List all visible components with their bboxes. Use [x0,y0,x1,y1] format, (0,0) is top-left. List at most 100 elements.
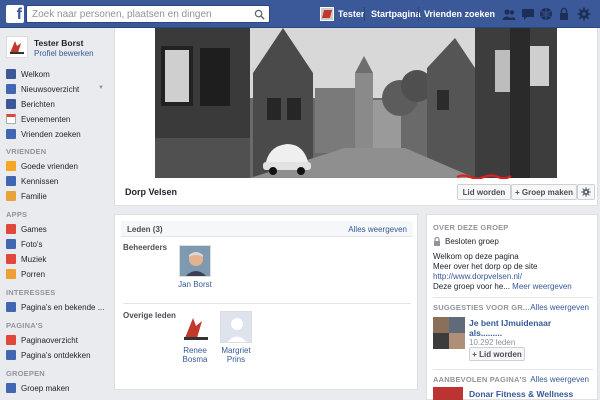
search-input[interactable]: Zoek naar personen, plaatsen en dingen [26,5,270,23]
member-thumb [433,317,449,333]
about-line-1: Welkom op deze pagina [433,252,519,261]
poke-icon [6,269,16,279]
sidebar-item-label: Paginaoverzicht [21,335,78,345]
group-settings-button[interactable] [577,184,595,200]
events-icon [6,114,16,124]
privacy-label: Besloten groep [445,237,499,246]
sidebar-item-label: Familie [21,191,47,201]
chevron-down-icon[interactable]: ▼ [98,85,104,91]
sidebar-item-photos[interactable]: Foto's [6,237,110,251]
suggested-group-title-line-2: als......... [469,328,503,338]
recommended-page-title[interactable]: Donar Fitness & Wellness [469,389,573,399]
sidebar-section-interests: INTERESSES [6,288,56,297]
profile-summary[interactable]: Tester Borst Profiel bewerken [6,36,112,62]
privacy-lock-icon[interactable] [557,7,571,21]
join-suggested-group-button[interactable]: + Lid worden [469,347,525,361]
member-avatar[interactable] [179,245,211,277]
join-suggested-group-label: + Lid worden [472,349,522,359]
messages-icon[interactable] [521,7,535,21]
pages-feed-icon [6,302,16,312]
sidebar-item-newsfeed[interactable]: Nieuwsoverzicht [6,82,110,96]
about-url-link[interactable]: http://www.dorpvelsen.nl/ [433,272,522,282]
member-thumb [449,317,465,333]
suggested-group-photos[interactable] [433,317,465,349]
sidebar-item-family[interactable]: Familie [6,189,110,203]
sidebar-item-label: Porren [21,269,46,279]
sidebar-item-label: Nieuwsoverzicht [21,84,80,94]
recommended-see-all-link[interactable]: Alles weergeven [530,375,589,384]
default-avatar-icon [221,312,251,342]
divider [123,303,411,304]
acquaintances-icon [6,176,16,186]
gear-icon [581,187,591,197]
sidebar-item-welcome[interactable]: Welkom [6,67,110,81]
nav-profile-link[interactable]: Tester [320,6,364,22]
sidebar-item-pages-overview[interactable]: Paginaoverzicht [6,333,110,347]
search-icon[interactable] [254,9,265,20]
sidebar-item-create-group[interactable]: Groep maken [6,381,110,395]
lock-icon [434,237,440,246]
sidebar-item-acquaintances[interactable]: Kennissen [6,174,110,188]
sidebar-item-discover-pages[interactable]: Pagina's ontdekken [6,348,110,362]
sidebar-item-label: Goede vrienden [21,161,78,171]
member-name[interactable]: Margriet Prins [212,346,260,364]
suggested-group-title[interactable]: Je bent IJmuidenaar als......... [469,318,551,338]
recommended-page-thumbnail[interactable] [433,387,463,400]
member-avatar[interactable] [220,311,252,343]
sidebar-item-label: Berichten [21,99,55,109]
edit-profile-link[interactable]: Profiel bewerken [34,49,94,58]
cover-photo[interactable] [155,28,557,178]
about-heading: OVER DEZE GROEP [433,223,509,232]
create-group-button[interactable]: + Groep maken [511,184,577,200]
facebook-logo[interactable]: f [6,5,24,23]
sidebar-item-music[interactable]: Muziek [6,252,110,266]
suggestions-see-all-link[interactable]: Alles weergeven [530,303,589,312]
member-name[interactable]: Jan Borst [174,280,216,289]
sidebar-section-groups: GROEPEN [6,369,45,378]
sidebar-item-label: Foto's [21,239,43,249]
group-info-card: OVER DEZE GROEP Besloten groep Welkom op… [426,214,598,400]
see-more-link[interactable]: Meer weergeven [512,282,572,291]
members-title[interactable]: Leden (3) [127,225,163,234]
member-avatar[interactable] [179,311,211,343]
nav-home-link[interactable]: Startpagina [371,9,421,19]
create-group-icon [6,383,16,393]
sidebar-item-close-friends[interactable]: Goede vrienden [6,159,110,173]
sidebar-item-find-friends[interactable]: Vrienden zoeken [6,127,110,141]
nav-user-name: Tester [338,9,365,19]
nav-divider [364,7,365,21]
sidebar-item-label: Welkom [21,69,50,79]
friend-requests-icon[interactable] [502,7,516,21]
group-cover-card: Dorp Velsen Lid worden + Groep maken [114,28,598,206]
sidebar-item-label: Groep maken [21,383,70,393]
village-logo-icon [10,41,24,54]
create-group-button-label: + Groep maken [514,187,574,197]
sidebar-item-pages-feed[interactable]: Pagina's en bekende ... [6,300,110,314]
sidebar-item-poke[interactable]: Porren [6,267,110,281]
about-line-2: Meer over het dorp op de site [433,262,538,271]
settings-icon[interactable] [577,7,591,21]
suggested-group-member-count: 10.292 leden [469,338,516,347]
sidebar-item-games[interactable]: Games [6,222,110,236]
sidebar-item-events[interactable]: Evenementen [6,112,110,126]
admins-label: Beheerders [123,243,168,252]
red-highlight-underline [456,174,512,179]
profile-name[interactable]: Tester Borst [34,38,83,48]
profile-picture[interactable] [6,36,28,58]
members-see-all-link[interactable]: Alles weergeven [348,225,407,234]
nav-find-friends-link[interactable]: Vrienden zoeken [424,9,495,19]
member-item[interactable]: Margriet Prins [212,311,260,364]
user-avatar [320,7,334,21]
sidebar-item-label: Evenementen [21,114,71,124]
member-item[interactable]: Jan Borst [174,245,216,289]
join-group-button[interactable]: Lid worden [457,184,511,200]
newsfeed-icon [6,84,16,94]
members-card: Leden (3) Alles weergeven Beheerders Jan… [114,214,418,390]
top-navigation-bar: f Zoek naar personen, plaatsen en dingen… [0,0,600,28]
member-thumb [449,333,465,349]
notifications-icon[interactable] [539,7,553,21]
member-photo [180,246,210,276]
sidebar-item-messages[interactable]: Berichten [6,97,110,111]
group-title[interactable]: Dorp Velsen [125,187,177,197]
discover-pages-icon [6,350,16,360]
